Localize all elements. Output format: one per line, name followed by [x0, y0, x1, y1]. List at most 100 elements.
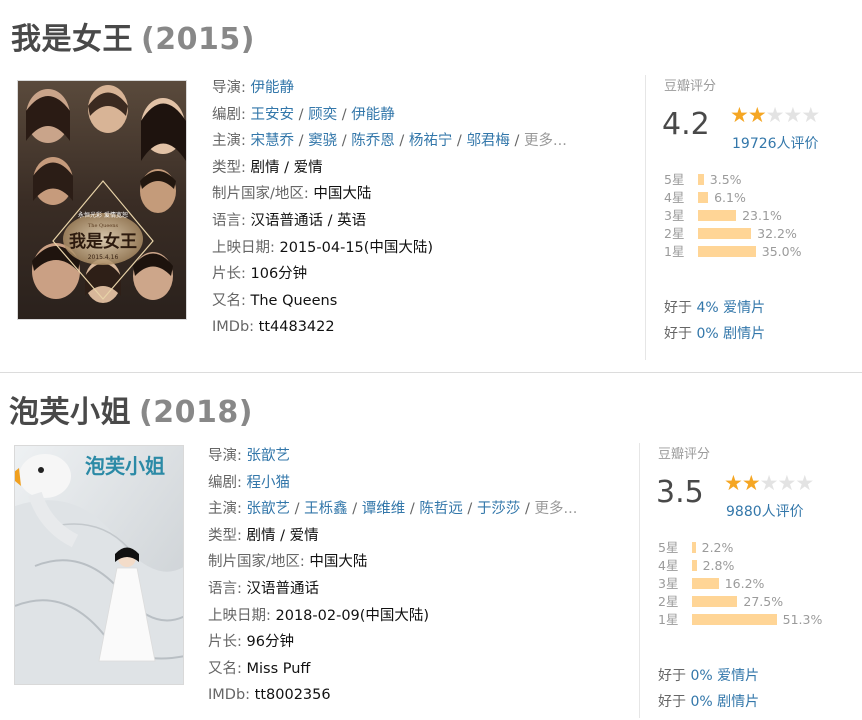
- dist-percent: 2.2%: [701, 540, 734, 555]
- poster-date: 2015.4.16: [88, 254, 119, 261]
- person-link[interactable]: 陈乔恩: [351, 133, 395, 149]
- star-icon: ★: [777, 471, 796, 495]
- separator: /: [294, 133, 309, 150]
- person-link[interactable]: 王安安: [251, 107, 295, 123]
- info-row: 导演: 张歆艺: [208, 443, 577, 470]
- person-link[interactable]: 伊能静: [351, 107, 395, 123]
- info-label: 类型:: [208, 527, 247, 544]
- person-link[interactable]: 于莎莎: [477, 501, 521, 517]
- rating-header: 豆瓣评分: [658, 447, 711, 462]
- rating-panel: 豆瓣评分 3.5 ★★★★★ 9880人评价 5星 2.2% 4星 2.8% 3星 16.2% 2星…: [639, 443, 862, 718]
- movie-title-text[interactable]: 泡芙小姐: [9, 395, 131, 430]
- info-row: 又名: The Queens: [212, 288, 567, 315]
- info-label: 上映日期:: [212, 239, 280, 256]
- separator: /: [509, 133, 525, 150]
- dist-label: 3星: [658, 576, 679, 591]
- info-value: Miss Puff: [246, 660, 311, 677]
- person-link[interactable]: 张歆艺: [247, 448, 291, 464]
- dist-percent: 3.5%: [709, 172, 742, 187]
- person-link[interactable]: 陈哲远: [419, 501, 463, 517]
- info-value: tt8002356: [254, 687, 331, 704]
- info-row: 上映日期: 2018-02-09(中国大陆): [208, 603, 577, 630]
- rating-score: 4.2: [662, 107, 710, 142]
- star-icon: ★: [747, 103, 767, 127]
- dist-percent: 23.1%: [742, 208, 782, 223]
- info-label: 导演:: [208, 448, 247, 464]
- person-link[interactable]: 顾奕: [308, 107, 337, 123]
- dist-bar: [698, 192, 709, 203]
- star-icon: ★: [724, 471, 743, 495]
- info-value: 106分钟: [250, 266, 308, 283]
- dist-percent: 2.8%: [702, 558, 735, 573]
- info-row: 制片国家/地区: 中国大陆: [212, 181, 567, 208]
- separator: /: [347, 501, 362, 518]
- rating-score: 3.5: [656, 475, 704, 510]
- more-link[interactable]: 更多...: [535, 501, 578, 517]
- better-than-link[interactable]: 4% 爱情片: [696, 300, 765, 316]
- rating-stars: ★★★★★: [724, 471, 814, 495]
- movie-poster[interactable]: 泡芙小姐: [14, 445, 184, 685]
- info-value: tt4483422: [258, 319, 335, 336]
- star-icon: ★: [765, 103, 785, 127]
- star-icon: ★: [759, 471, 779, 495]
- info-value: 中国大陆: [309, 554, 368, 571]
- better-than-row: 好于 0% 爱情片: [658, 663, 759, 689]
- info-value: 剧情 / 爱情: [246, 527, 319, 544]
- info-row: IMDb: tt4483422: [212, 314, 567, 341]
- star-icon: ★: [783, 103, 802, 127]
- info-value: 中国大陆: [313, 186, 372, 203]
- person-link[interactable]: 伊能静: [251, 80, 295, 96]
- person-link[interactable]: 窦骁: [308, 133, 337, 149]
- person-link[interactable]: 杨祐宁: [409, 133, 453, 149]
- dist-bar: [692, 542, 696, 553]
- dist-label: 2星: [658, 594, 679, 609]
- dist-percent: 35.0%: [761, 244, 802, 259]
- movie-poster[interactable]: 永恒光彩 爱情宽恕 The Queens 我是女王 2015.4.16: [17, 80, 187, 320]
- info-value: The Queens: [250, 292, 338, 309]
- movie-year: (2018): [139, 395, 253, 430]
- info-row: 主演: 宋慧乔 / 窦骁 / 陈乔恩 / 杨祐宁 / 邬君梅 / 更多...: [212, 128, 567, 155]
- star-icon: ★: [730, 103, 749, 127]
- info-value: 汉语普通话 / 英语: [250, 212, 367, 229]
- person-link[interactable]: 谭维维: [362, 501, 406, 517]
- rating-votes-link[interactable]: 9880人评价: [726, 501, 804, 521]
- info-row: 类型: 剧情 / 爱情: [208, 523, 577, 550]
- person-link[interactable]: 张歆艺: [247, 501, 291, 517]
- dist-percent: 6.1%: [714, 190, 746, 205]
- better-than-prefix: 好于: [658, 668, 691, 684]
- better-than-link[interactable]: 0% 爱情片: [690, 668, 759, 684]
- movie-entry: 我是女王 (2015) 永恒光彩 爱情宽恕 The Queens 我是女王 20…: [0, 0, 862, 372]
- rating-votes-link[interactable]: 19726人评价: [732, 133, 819, 153]
- info-label: 片长:: [208, 634, 247, 651]
- movie-info: 导演: 伊能静 编剧: 王安安 / 顾奕 / 伊能静 主演: 宋慧乔 / 窦骁 / …: [212, 75, 567, 341]
- better-than-prefix: 好于: [658, 694, 691, 710]
- info-label: IMDb:: [208, 687, 255, 704]
- movie-title-text[interactable]: 我是女王: [11, 22, 133, 57]
- divider: [0, 372, 862, 373]
- info-label: 上映日期:: [208, 607, 276, 624]
- person-link[interactable]: 宋慧乔: [251, 133, 295, 149]
- dist-label: 3星: [664, 208, 685, 223]
- dist-percent: 16.2%: [724, 576, 765, 591]
- person-link[interactable]: 邬君梅: [466, 133, 510, 149]
- movie-info: 导演: 张歆艺 编剧: 程小猫 主演: 张歆艺 / 王栎鑫 / 谭维维 / 陈哲远 …: [208, 443, 577, 709]
- info-label: IMDb:: [212, 319, 259, 336]
- info-label: 类型:: [212, 159, 251, 176]
- info-label: 主演:: [212, 133, 251, 150]
- separator: /: [452, 133, 467, 150]
- better-than-row: 好于 0% 剧情片: [658, 689, 759, 715]
- person-link[interactable]: 程小猫: [247, 475, 291, 491]
- person-link[interactable]: 王栎鑫: [304, 501, 348, 517]
- dist-label: 2星: [664, 226, 685, 241]
- info-label: 编剧:: [212, 106, 251, 123]
- poster-title: 我是女王: [69, 231, 137, 252]
- poster-image: 永恒光彩 爱情宽恕 The Queens 我是女王 2015.4.16: [18, 81, 186, 319]
- info-row: 又名: Miss Puff: [208, 656, 577, 683]
- separator: /: [462, 501, 477, 518]
- better-than-link[interactable]: 0% 剧情片: [690, 694, 759, 710]
- rating-header: 豆瓣评分: [664, 79, 717, 94]
- info-row: 片长: 106分钟: [212, 261, 567, 288]
- better-than-link[interactable]: 0% 剧情片: [696, 326, 765, 342]
- dist-label: 4星: [658, 558, 679, 573]
- more-link[interactable]: 更多...: [524, 133, 567, 149]
